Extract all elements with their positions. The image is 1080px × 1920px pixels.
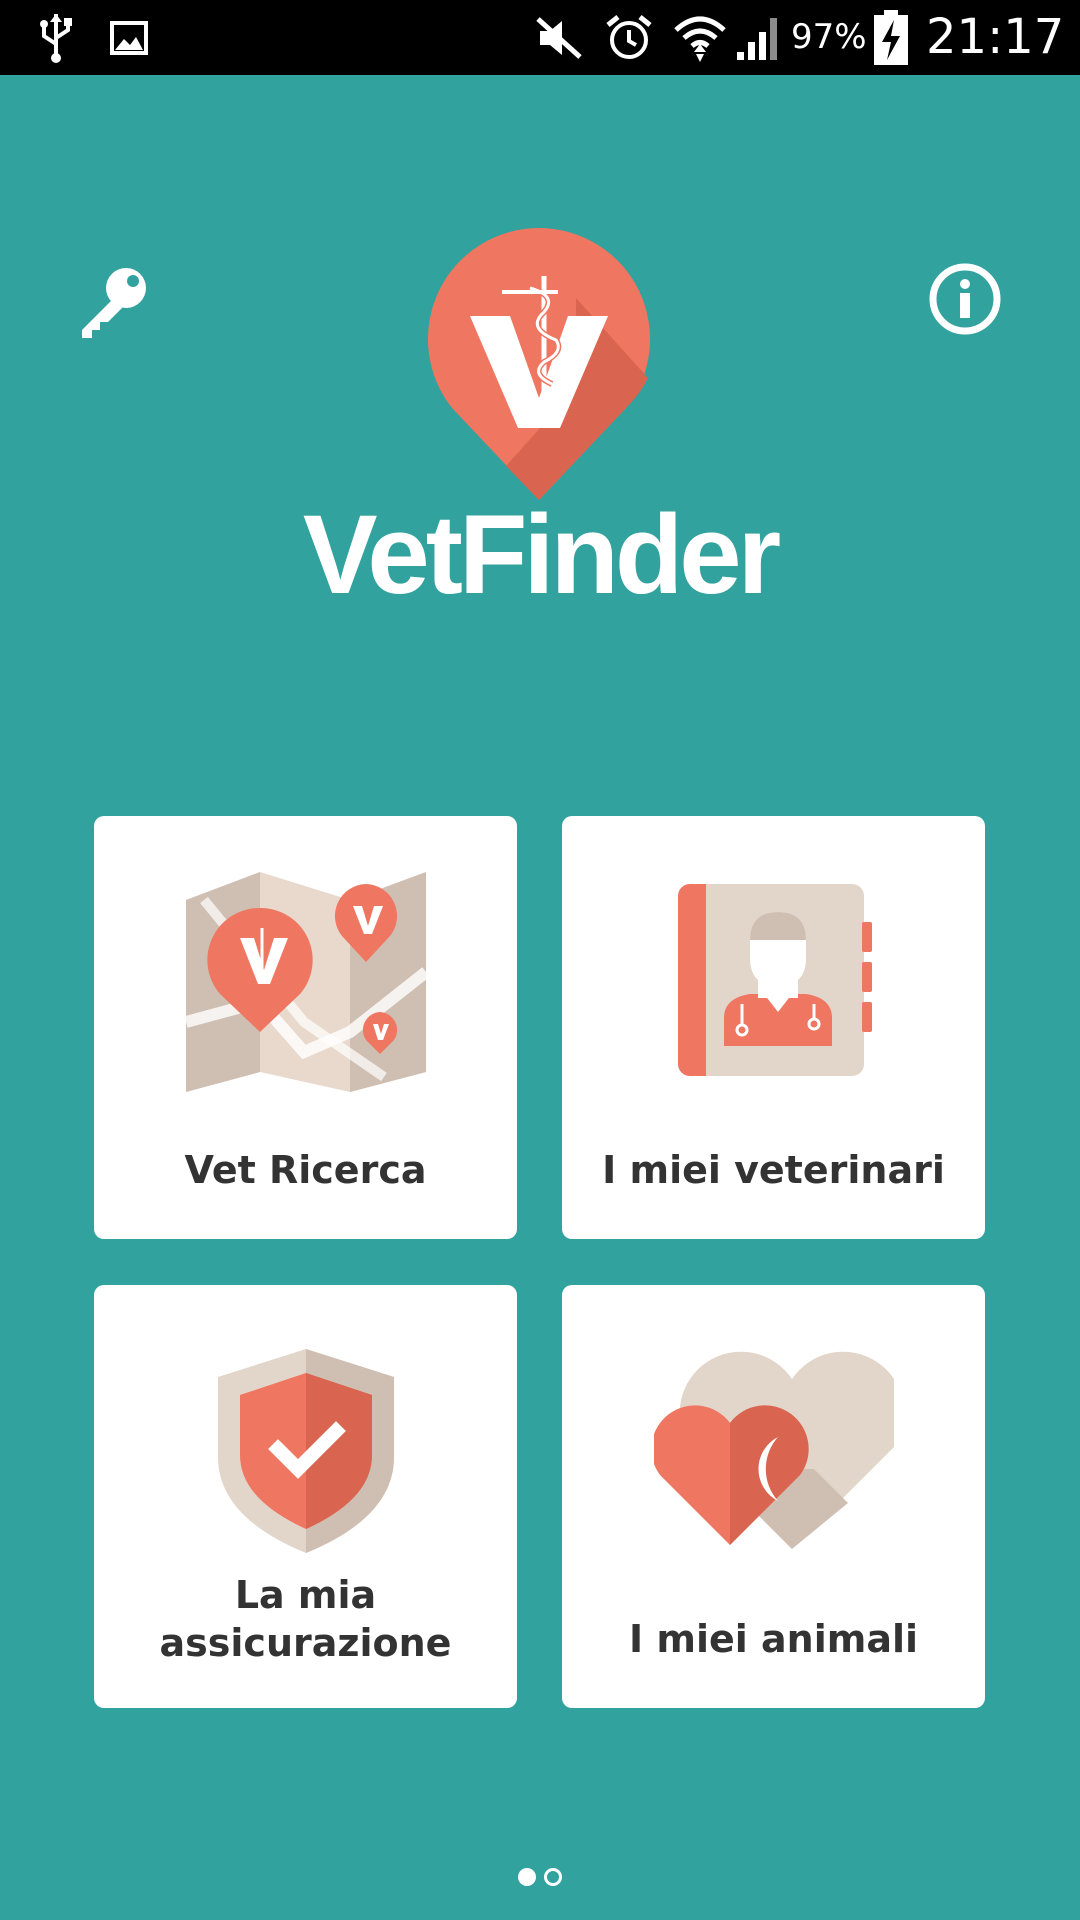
- status-bar: 97% 21:17: [0, 0, 1080, 75]
- vet-search-label: Vet Ricerca: [184, 1148, 427, 1192]
- vet-contacts-icon: [678, 884, 872, 1076]
- clock: 21:17: [926, 9, 1065, 65]
- app-title: VetFinder: [302, 492, 781, 617]
- my-animals-tile[interactable]: I miei animali: [562, 1285, 985, 1708]
- my-insurance-tile[interactable]: La mia assicurazione: [94, 1285, 517, 1708]
- hearts-icon: [654, 1351, 894, 1549]
- vet-search-tile[interactable]: Vet Ricerca: [94, 816, 517, 1239]
- insurance-shield-icon: [218, 1349, 394, 1553]
- my-vets-tile[interactable]: I miei veterinari: [562, 816, 985, 1239]
- my-animals-label: I miei animali: [628, 1617, 919, 1661]
- my-insurance-label: La mia assicurazione: [94, 1571, 517, 1667]
- my-insurance-label-line2: assicurazione: [159, 1621, 452, 1665]
- page-dot-1[interactable]: [518, 1868, 536, 1886]
- page-dot-2[interactable]: [544, 1868, 562, 1886]
- wifi-icon: [672, 0, 728, 75]
- my-insurance-label-line1: La mia: [234, 1573, 377, 1617]
- mute-icon: [534, 0, 584, 75]
- logo-pin-icon: [426, 227, 652, 504]
- signal-icon: [735, 0, 785, 75]
- image-icon: [110, 0, 148, 75]
- usb-icon: [38, 0, 74, 75]
- my-vets-label: I miei veterinari: [602, 1148, 945, 1192]
- page-indicator: [0, 1868, 1080, 1886]
- info-icon[interactable]: [928, 262, 1002, 336]
- alarm-icon: [604, 0, 654, 75]
- key-icon[interactable]: [76, 258, 156, 338]
- battery-percentage: 97%: [791, 17, 867, 57]
- map-search-icon: [184, 872, 428, 1092]
- battery-charging-icon: [872, 0, 910, 75]
